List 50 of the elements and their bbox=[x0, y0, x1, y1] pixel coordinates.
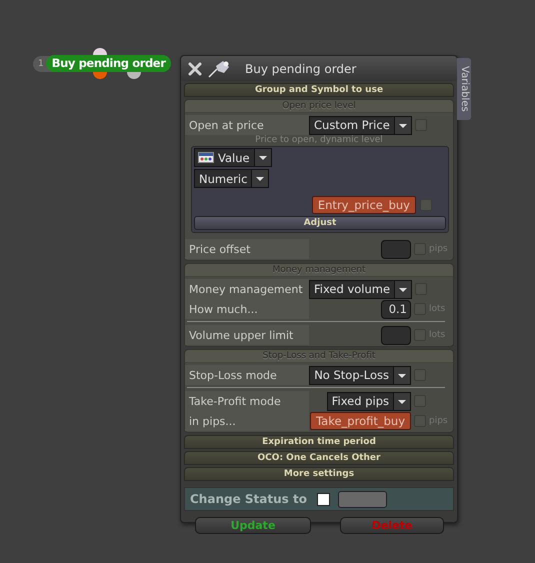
field-label: Take-Profit mode bbox=[185, 391, 309, 411]
field-label: Stop-Loss mode bbox=[185, 365, 309, 385]
close-icon[interactable] bbox=[187, 60, 203, 76]
output-port-icon[interactable] bbox=[127, 72, 141, 79]
section-header[interactable]: OCO: One Cancels Other bbox=[184, 451, 454, 465]
caret-icon bbox=[251, 170, 268, 187]
field-label: Price offset bbox=[185, 239, 309, 259]
status-label: Change Status to bbox=[190, 492, 307, 506]
section-header[interactable]: Expiration time period bbox=[184, 435, 454, 449]
dropdown-value: No Stop-Loss bbox=[313, 368, 390, 382]
field-label: How much... bbox=[185, 299, 309, 319]
node-label[interactable]: Buy pending order bbox=[46, 55, 172, 72]
number-field[interactable] bbox=[381, 240, 411, 258]
caret-icon bbox=[394, 116, 411, 134]
input-port-icon[interactable] bbox=[93, 48, 107, 55]
field-label: Money management bbox=[185, 279, 309, 299]
dropdown[interactable]: Fixed volume bbox=[309, 280, 412, 298]
variables-tab[interactable]: Variables bbox=[457, 58, 471, 120]
field-label: Volume upper limit bbox=[185, 325, 309, 345]
number-field[interactable] bbox=[381, 326, 411, 344]
variable-field[interactable]: Entry_price_buy bbox=[312, 196, 416, 214]
number-field[interactable]: 0.1 bbox=[381, 300, 411, 318]
caret-icon bbox=[394, 280, 412, 298]
status-field[interactable] bbox=[338, 490, 387, 508]
dropdown-value: Fixed volume bbox=[313, 282, 392, 296]
caret-icon bbox=[393, 366, 410, 384]
dropdown[interactable]: Custom Price bbox=[309, 116, 412, 134]
dropdown[interactable]: Numeric bbox=[194, 169, 270, 188]
caret-icon bbox=[254, 149, 271, 166]
adjust-button[interactable]: Adjust bbox=[194, 216, 446, 230]
dropdown[interactable]: No Stop-Loss bbox=[309, 366, 411, 384]
output-port-icon[interactable] bbox=[93, 72, 107, 79]
calculator-icon bbox=[198, 152, 214, 163]
dropdown[interactable]: Value bbox=[194, 148, 272, 167]
field-label: Open at price bbox=[185, 115, 309, 135]
caret-icon bbox=[393, 392, 410, 410]
field-label: in pips... bbox=[185, 411, 309, 431]
section-header[interactable]: Group and Symbol to use bbox=[184, 83, 454, 97]
section-header[interactable]: More settings bbox=[184, 467, 454, 481]
window-title: Buy pending order bbox=[245, 62, 356, 76]
dropdown-value: Fixed pips bbox=[330, 394, 390, 408]
dropdown[interactable]: Fixed pips bbox=[326, 392, 411, 410]
dropdown-value: Value bbox=[217, 150, 251, 164]
update-button[interactable]: Update bbox=[195, 517, 311, 534]
dropdown-value: Numeric bbox=[198, 172, 248, 186]
caption: Price to open, dynamic level bbox=[254, 135, 384, 146]
pin-icon[interactable] bbox=[207, 60, 231, 78]
checkbox[interactable] bbox=[316, 492, 330, 506]
dropdown-value: Custom Price bbox=[313, 118, 391, 132]
variable-field[interactable]: Take_profit_buy bbox=[310, 412, 411, 430]
